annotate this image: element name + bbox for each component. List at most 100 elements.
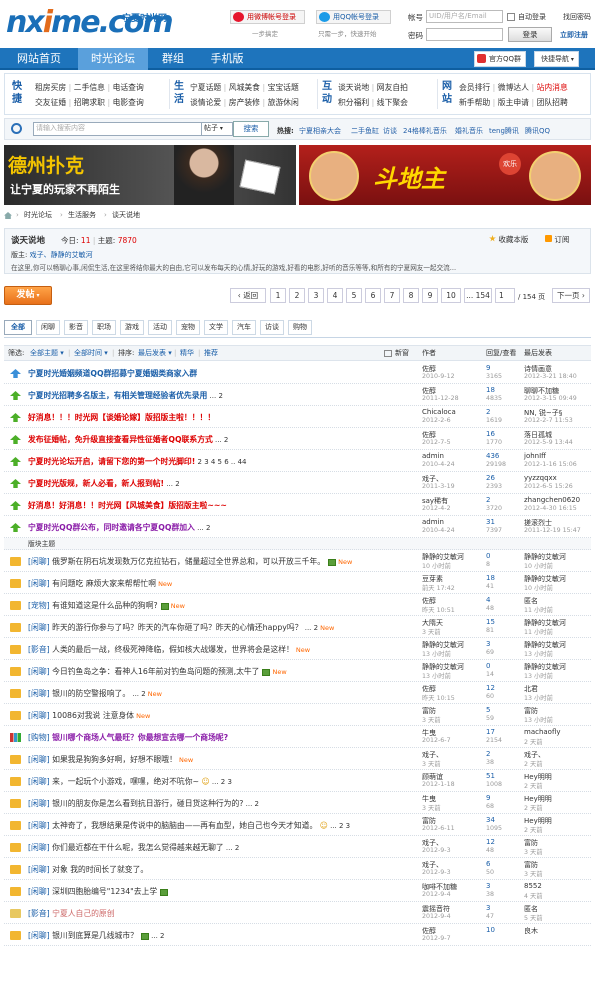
hot-search-link[interactable]: 宁夏相亲大会 <box>299 126 341 136</box>
thread-category[interactable]: [闲聊] <box>28 755 52 764</box>
thread-row[interactable]: [闲聊] 深圳四胞胎编号"1234"去上学 咖啡不加糖 2012-9-4 3 38 855… <box>4 880 591 902</box>
thread-last-post-date[interactable]: 2 天前 <box>524 803 543 812</box>
thread-last-post-date[interactable]: 13 小时前 <box>524 671 553 680</box>
thread-title[interactable]: [闲聊] 银川的防空警报响了。 ... 2 New <box>28 688 162 699</box>
page-link[interactable]: 3 <box>308 288 324 303</box>
quick-link[interactable]: 交友征婚 | 招聘求职 | 电影查询 <box>35 97 144 108</box>
thread-title[interactable]: [闲聊] 你们最近都在干什么呢，我怎么觉得越来越无聊了 ... 2 <box>28 842 239 853</box>
thread-category[interactable]: [闲聊] <box>28 821 52 830</box>
sticky-thread-row[interactable]: 宁夏时光招聘多名版主，有相关管理经验者优先录用 ... 2 佐醇 2011-12-2… <box>4 384 591 406</box>
quick-link[interactable]: 谈天说地 | 网友自拍 <box>338 82 408 93</box>
thread-row[interactable]: [闲聊] 银川的防空警报响了。 ... 2 New 佐醇 昨天 10:15 12 60 北… <box>4 682 591 704</box>
thread-last-post-date[interactable]: 13 小时前 <box>524 715 553 724</box>
sticky-thread-row[interactable]: 宁夏时光版规，新人必看，新人报到帖! ... 2 戏子、 2011-3-19 26 23… <box>4 472 591 494</box>
page-link[interactable]: 4 <box>327 288 343 303</box>
thread-last-post-date[interactable]: 10 小时前 <box>524 583 553 592</box>
thread-last-post-date[interactable]: 5 天前 <box>524 913 543 922</box>
thread-row[interactable]: [闲聊] 对象 我的时间长了就变了。 戏子、 2012-9-3 6 50 富防 3 天前 <box>4 858 591 880</box>
breadcrumb-item[interactable]: 谈天说地 <box>112 209 140 222</box>
thread-last-post-date[interactable]: 2012-2-7 11:53 <box>524 417 573 424</box>
thread-last-post-date[interactable]: 11 小时前 <box>524 627 553 636</box>
next-page-button[interactable]: 下一页 › <box>552 288 590 303</box>
page-link[interactable]: 10 <box>441 288 461 303</box>
page-link[interactable]: 7 <box>384 288 400 303</box>
thread-last-post-date[interactable]: 3 天前 <box>524 869 543 878</box>
tab-2[interactable]: 影音 <box>64 320 88 335</box>
back-button[interactable]: ‹ 返回 <box>230 288 266 303</box>
filter-all-time[interactable]: 全部时间 ▾ <box>74 346 108 360</box>
thread-title[interactable]: [影音] 人类的最后一战，终极死神降临，假如核大战爆发，世界将会是这样！ New <box>28 644 310 655</box>
thread-category[interactable]: [闲聊] <box>28 777 52 786</box>
quick-link[interactable]: 新手帮助 | 版主申请 | 团队招聘 <box>459 97 568 108</box>
tab-8[interactable]: 汽车 <box>232 320 256 335</box>
thread-last-post-date[interactable]: 4 天前 <box>524 891 543 900</box>
thread-last-post-date[interactable]: 10 小时前 <box>524 561 553 570</box>
thread-title[interactable]: [闲聊] 10086对我说 注意身体 New <box>28 710 150 721</box>
thread-category[interactable]: [闲聊] <box>28 579 52 588</box>
thread-last-post-date[interactable]: 2012-6-5 15:26 <box>524 483 573 490</box>
hot-search-link[interactable]: 婚礼音乐 <box>455 126 483 136</box>
thread-title[interactable]: [闲聊] 俄罗斯在阴石坑发现数万亿克拉钻石，储量超过全世界总和，可以开放三千年。… <box>28 556 352 567</box>
nav-groups[interactable]: 群组 <box>150 48 196 70</box>
thread-title[interactable]: [闲聊] 太神奇了，我想结果是传说中的脑脑由——再有血型，她自己也今天才知道。 … <box>28 820 350 831</box>
account-input[interactable]: UID/用户名/Email <box>426 10 503 23</box>
page-link[interactable]: 5 <box>346 288 362 303</box>
thread-title[interactable]: [闲聊] 今日钓鱼岛之争：看神人16年前对钓鱼岛问题的预测,太牛了 New <box>28 666 287 677</box>
thread-last-post-date[interactable]: 2012-3-15 09:49 <box>524 395 577 402</box>
thread-row[interactable]: [闲聊] 俄罗斯在阴石坑发现数万亿克拉钻石，储量超过全世界总和，可以开放三千年。… <box>4 550 591 572</box>
sticky-thread-row[interactable]: 宁夏时光婚姻频道QQ群招募宁夏婚姻类商家入群 佐醇 2010-9-12 9 3165 诗情… <box>4 362 591 384</box>
thread-last-poster[interactable]: 8552 <box>524 882 542 890</box>
page-link[interactable]: 2 <box>289 288 305 303</box>
rss-subscribe-button[interactable]: 订阅 <box>545 234 569 245</box>
hot-search-link[interactable]: 24格棒礼音乐 <box>403 126 447 136</box>
thread-row[interactable]: [闲聊] 如果我是狗狗多好啊，好想不眼哦！ New 戏子、 3 天前 2 38 戏子、 2 … <box>4 748 591 770</box>
thread-row[interactable]: [闲聊] 你们最近都在干什么呢，我怎么觉得越来越无聊了 ... 2 戏子、 2012… <box>4 836 591 858</box>
filter-recommend[interactable]: 推荐 <box>204 346 218 360</box>
thread-category[interactable]: [闲聊] <box>28 799 52 808</box>
tab-7[interactable]: 文学 <box>204 320 228 335</box>
thread-row[interactable]: [影音] 宁夏人自己的原创 震摇音符 2012-9-4 3 47 匿名 5 天前 <box>4 902 591 924</box>
thread-last-post-date[interactable]: 13 小时前 <box>524 649 553 658</box>
tab-0[interactable]: 全部 <box>4 320 32 335</box>
thread-title[interactable]: [闲聊] 来，一起玩个小游戏，嘿嘿，绝对不吭你~ ☺ ... 2 3 <box>28 776 232 787</box>
hot-search-link[interactable]: 访谈 <box>383 126 397 136</box>
thread-last-post-date[interactable]: 11 小时前 <box>524 605 553 614</box>
tab-1[interactable]: 闲聊 <box>36 320 60 335</box>
tab-6[interactable]: 宠物 <box>176 320 200 335</box>
thread-last-post-date[interactable]: 2011-12-19 15:47 <box>524 527 581 534</box>
thread-title[interactable]: [宠物] 有谁知道这是什么品种的狗啊? New <box>28 600 185 611</box>
thread-author[interactable]: admin <box>422 518 444 526</box>
home-icon[interactable] <box>4 212 12 219</box>
quick-link[interactable]: 谈情论爱 | 房产装修 | 旅游休闲 <box>190 97 299 108</box>
new-post-button[interactable]: 发帖 ▾ <box>4 286 52 305</box>
thread-title[interactable]: 好消息！！！时光网【谈婚论嫁】版招版主啦！！！！ <box>28 412 215 423</box>
tab-10[interactable]: 购物 <box>288 320 312 335</box>
thread-row[interactable]: [闲聊] 银川的朋友你是怎么看到抗日游行，碰日货这种行为的? ... 2 牛曳 3 … <box>4 792 591 814</box>
sticky-thread-row[interactable]: 好消息！好消息！！时光网【风城美食】版招版主啦~~~ say稀有 2012-4-2 2… <box>4 494 591 516</box>
thread-title[interactable]: 宁夏时光婚姻频道QQ群招募宁夏婚姻类商家入群 <box>28 368 197 379</box>
qq-group-button[interactable]: 官方QQ群 <box>474 51 527 67</box>
thread-title[interactable]: [影音] 宁夏人自己的原创 <box>28 908 115 919</box>
banner-poker[interactable]: 德州扑克 让宁夏的玩家不再陌生 <box>4 145 296 205</box>
thread-last-poster[interactable]: machaofly <box>524 728 561 736</box>
hot-search-link[interactable]: 腾讯QQ <box>525 126 550 136</box>
thread-author[interactable]: admin <box>422 452 444 460</box>
auto-login-checkbox[interactable] <box>507 13 515 21</box>
thread-row[interactable]: [闲聊] 太神奇了，我想结果是传说中的脑脑由——再有血型，她自己也今天才知道。 … <box>4 814 591 836</box>
site-logo[interactable]: nxime.com 宁夏时光网 <box>6 6 174 42</box>
filter-all-topics[interactable]: 全部主题 ▾ <box>30 346 64 360</box>
search-input[interactable]: 请输入搜索内容 <box>33 122 203 136</box>
thread-title[interactable]: [闲聊] 深圳四胞胎编号"1234"去上学 <box>28 886 169 897</box>
thread-title[interactable]: [闲聊] 如果我是狗狗多好啊，好想不眼哦！ New <box>28 754 193 765</box>
thread-title[interactable]: [购物] 银川哪个商场人气最旺？你最想宣去哪一个商场呢? <box>28 732 228 743</box>
nav-mobile[interactable]: 手机版 <box>198 48 256 70</box>
tab-9[interactable]: 访谈 <box>260 320 284 335</box>
page-link[interactable]: 8 <box>403 288 419 303</box>
nav-home[interactable]: 网站首页 <box>4 48 74 70</box>
thread-row[interactable]: [闲聊] 有问题吃 麻烦大家来帮帮忙啊 New 豆芽素 前天 17:42 18 41 静静… <box>4 572 591 594</box>
thread-last-post-date[interactable]: 2012-3-21 18:40 <box>524 373 577 380</box>
page-link[interactable]: 9 <box>422 288 438 303</box>
thread-last-post-date[interactable]: 2012-1-16 15:06 <box>524 461 577 468</box>
nav-forum[interactable]: 时光论坛 <box>78 48 148 70</box>
thread-category[interactable]: [影音] <box>28 909 52 918</box>
